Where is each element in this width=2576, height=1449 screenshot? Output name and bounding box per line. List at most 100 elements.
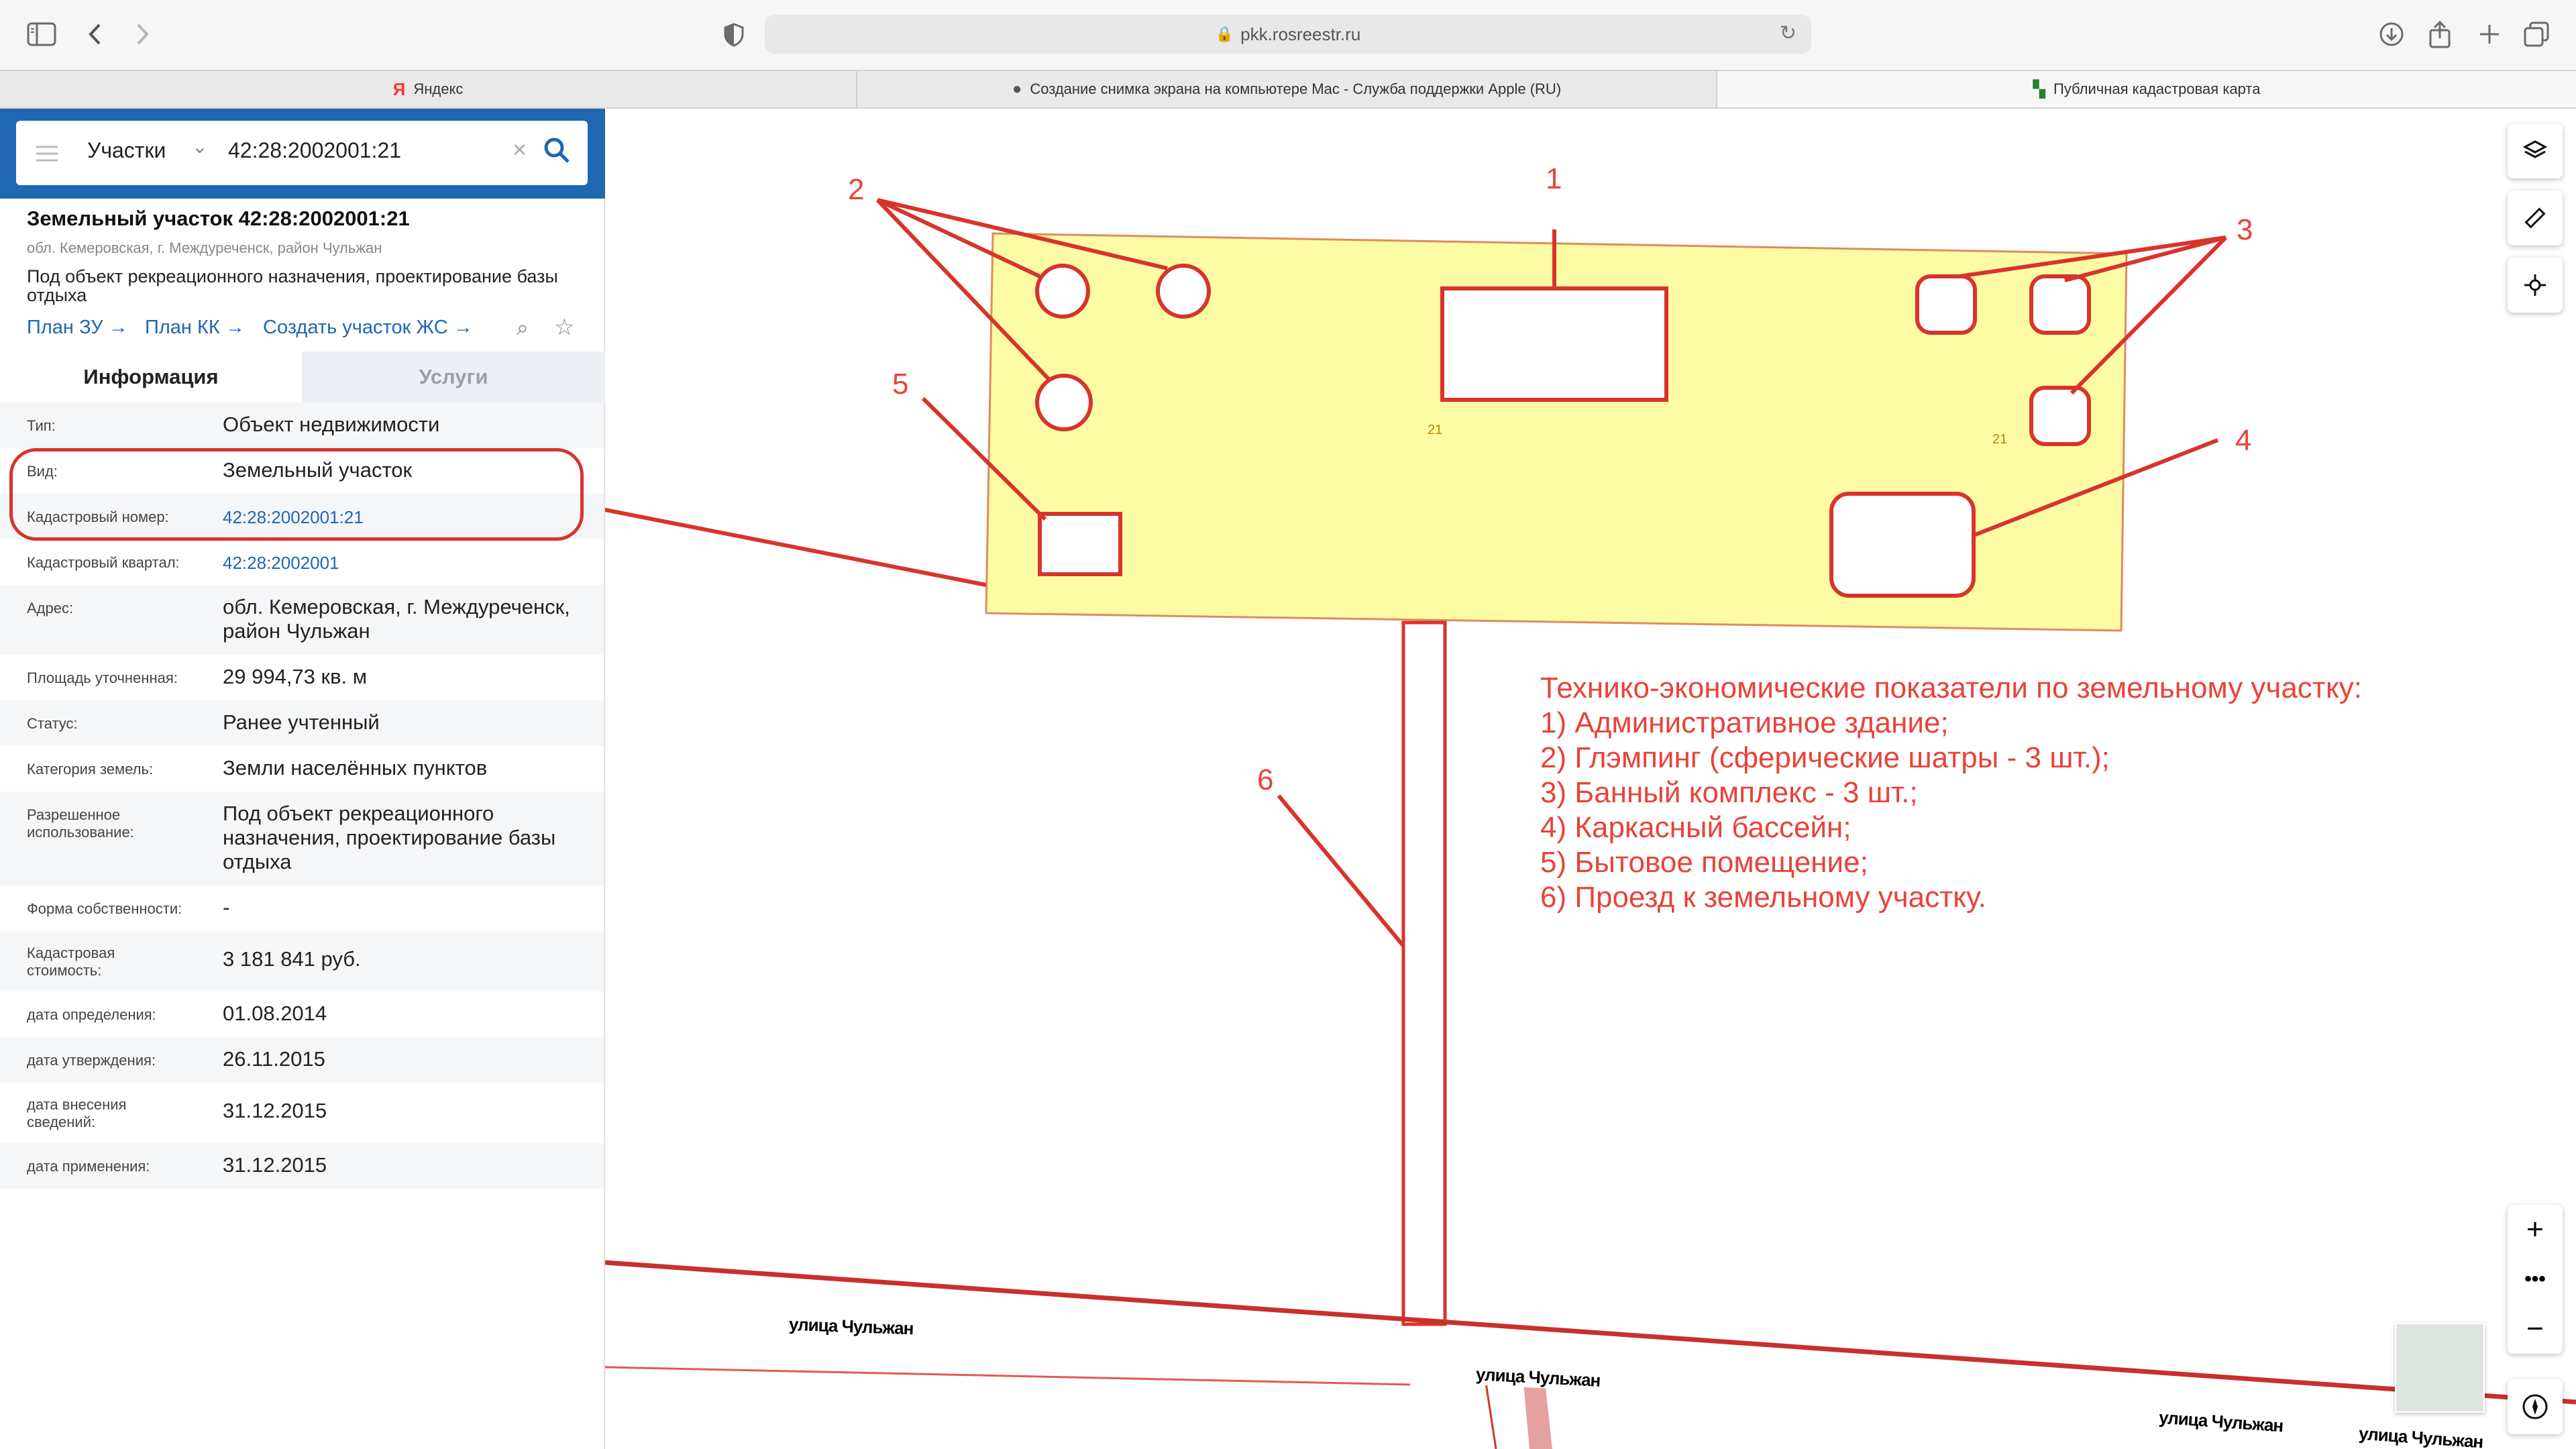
forward-icon[interactable] [127,19,157,50]
glamping-dome [1035,374,1093,431]
link-label: Создать участок ЖС [263,317,448,338]
clear-icon[interactable]: × [513,136,527,164]
table-row: Форма собственности: - [0,885,604,931]
row-label: дата применения: [27,1158,150,1175]
layers-icon [2523,140,2547,158]
table-row: Статус: Ранее учтенный [0,700,604,746]
measure-button[interactable] [2508,191,2563,246]
plan-kk-link[interactable]: План КК → [145,317,245,339]
highlight-outline [9,448,584,541]
search-input[interactable]: 42:28:2002001:21 [228,138,401,163]
row-label: дата утверждения: [27,1052,156,1069]
find-on-map-icon[interactable]: ⌕ [517,315,529,341]
bath-house [2029,386,2091,446]
row-value: 3 181 841 руб. [223,947,361,971]
table-row: Кадастровый квартал: 42:28:2002001 [0,539,604,585]
row-label: дата определения: [27,1006,156,1023]
row-label: Тип: [27,417,56,434]
row-label: Форма собственности: [27,900,182,917]
url-text: pkk.rosreestr.ru [1240,23,1361,44]
road-edge [605,1366,1411,1386]
parcel-title: Земельный участок 42:28:2002001:21 [27,207,410,230]
new-tab-icon[interactable] [2474,19,2505,50]
glamping-dome [1035,264,1090,319]
yandex-icon: Я [392,78,406,99]
marker-label: 3 [2237,213,2253,246]
crosshair-icon [2524,274,2546,296]
compass-button[interactable] [2508,1379,2563,1434]
marker-label: 6 [1257,763,1274,796]
rosreestr-icon: ▚ [2033,80,2045,99]
utility-room [1038,512,1122,576]
ruler-icon [2524,207,2546,229]
table-row: дата утверждения: 26.11.2015 [0,1037,604,1083]
tab-yandex[interactable]: Я Яндекс [0,71,856,107]
bath-house [1915,274,1977,335]
row-label: Разрешенное использование: [27,806,134,841]
marker-label: 4 [2235,424,2252,457]
marker-label: 5 [892,368,909,400]
row-value: обл. Кемеровская, г. Междуреченск, район… [223,595,570,643]
cadastral-quarter-link[interactable]: 42:28:2002001 [223,551,339,575]
row-value: 01.08.2014 [223,1002,327,1025]
reload-icon[interactable]: ↻ [1780,21,1796,45]
table-row: Адрес: обл. Кемеровская, г. Междуреченск… [0,585,604,655]
pool [1829,492,1976,598]
cadastral-map[interactable]: 21 21 улица Чульжан улица Чульжан улица … [605,109,2576,1449]
legend-item: 6) Проезд к земельному участку. [1540,881,1986,914]
download-icon[interactable] [2376,19,2407,50]
row-label: Статус: [27,715,78,732]
locate-button[interactable] [2508,258,2563,313]
row-label: Кадастровая стоимость: [27,945,115,979]
tab-services[interactable]: Услуги [302,352,605,402]
privacy-shield-icon[interactable] [719,20,749,50]
legend-item: 4) Каркасный бассейн; [1540,811,1851,844]
plan-zu-link[interactable]: План ЗУ → [27,317,128,339]
compass-icon [2522,1394,2548,1419]
search-icon[interactable] [543,137,570,169]
zoom-out-icon[interactable]: − [2508,1304,2563,1354]
row-label: Кадастровый квартал: [27,554,180,571]
row-value: Под объект рекреационного назначения, пр… [223,802,556,873]
search-box: Участки ⌄ 42:28:2002001:21 × [16,121,588,185]
row-value: 31.12.2015 [223,1153,327,1177]
glamping-dome [1156,264,1211,319]
row-value: 29 994,73 кв. м [223,665,368,688]
row-label: дата внесения сведений: [27,1096,127,1130]
tab-overview-icon[interactable] [2521,19,2552,50]
table-row: дата внесения сведений: 31.12.2015 [0,1083,604,1143]
tab-apple-support[interactable]: ● Создание снимка экрана на компьютере M… [857,71,1716,107]
row-value: 31.12.2015 [223,1099,327,1122]
legend-item: 1) Административное здание; [1540,706,1949,739]
table-row: Площадь уточненная: 29 994,73 кв. м [0,655,604,700]
back-icon[interactable] [80,19,110,50]
row-value: Объект недвижимости [223,413,440,436]
browser-toolbar: 🔒 pkk.rosreestr.ru ↻ [0,0,2576,70]
star-icon[interactable]: ☆ [554,314,574,341]
layers-button[interactable] [2508,123,2563,178]
tab-label: Создание снимка экрана на компьютере Mac… [1030,80,1562,97]
tab-information[interactable]: Информация [0,352,302,402]
menu-icon[interactable] [36,144,58,162]
create-parcel-link[interactable]: Создать участок ЖС → [263,317,473,339]
zoom-in-icon[interactable]: + [2508,1205,2563,1254]
legend-item: 2) Глэмпинг (сферические шатры - 3 шт.); [1540,741,2110,774]
row-value: Ранее учтенный [223,710,380,734]
category-select[interactable]: Участки [87,138,166,163]
parcel-number-label: 21 [1428,423,1443,437]
table-row: Категория земель: Земли населённых пункт… [0,746,604,792]
parcel-purpose: Под объект рекреационного назначения, пр… [27,266,558,305]
chevron-down-icon[interactable]: ⌄ [192,136,207,158]
address-bar[interactable]: 🔒 pkk.rosreestr.ru ↻ [765,15,1811,54]
admin-building [1440,286,1668,402]
row-value: 26.11.2015 [223,1047,325,1071]
lock-icon: 🔒 [1215,25,1234,42]
more-icon[interactable]: ••• [2508,1254,2563,1304]
apple-icon: ● [1012,80,1022,98]
basemap-thumbnail[interactable] [2395,1323,2485,1413]
share-icon[interactable] [2424,17,2455,51]
tab-cadastral-map[interactable]: ▚ Публичная кадастровая карта [1717,71,2576,107]
sidebar-toggle-icon[interactable] [24,19,59,50]
link-label: План КК [145,317,220,338]
link-label: План ЗУ [27,317,103,338]
